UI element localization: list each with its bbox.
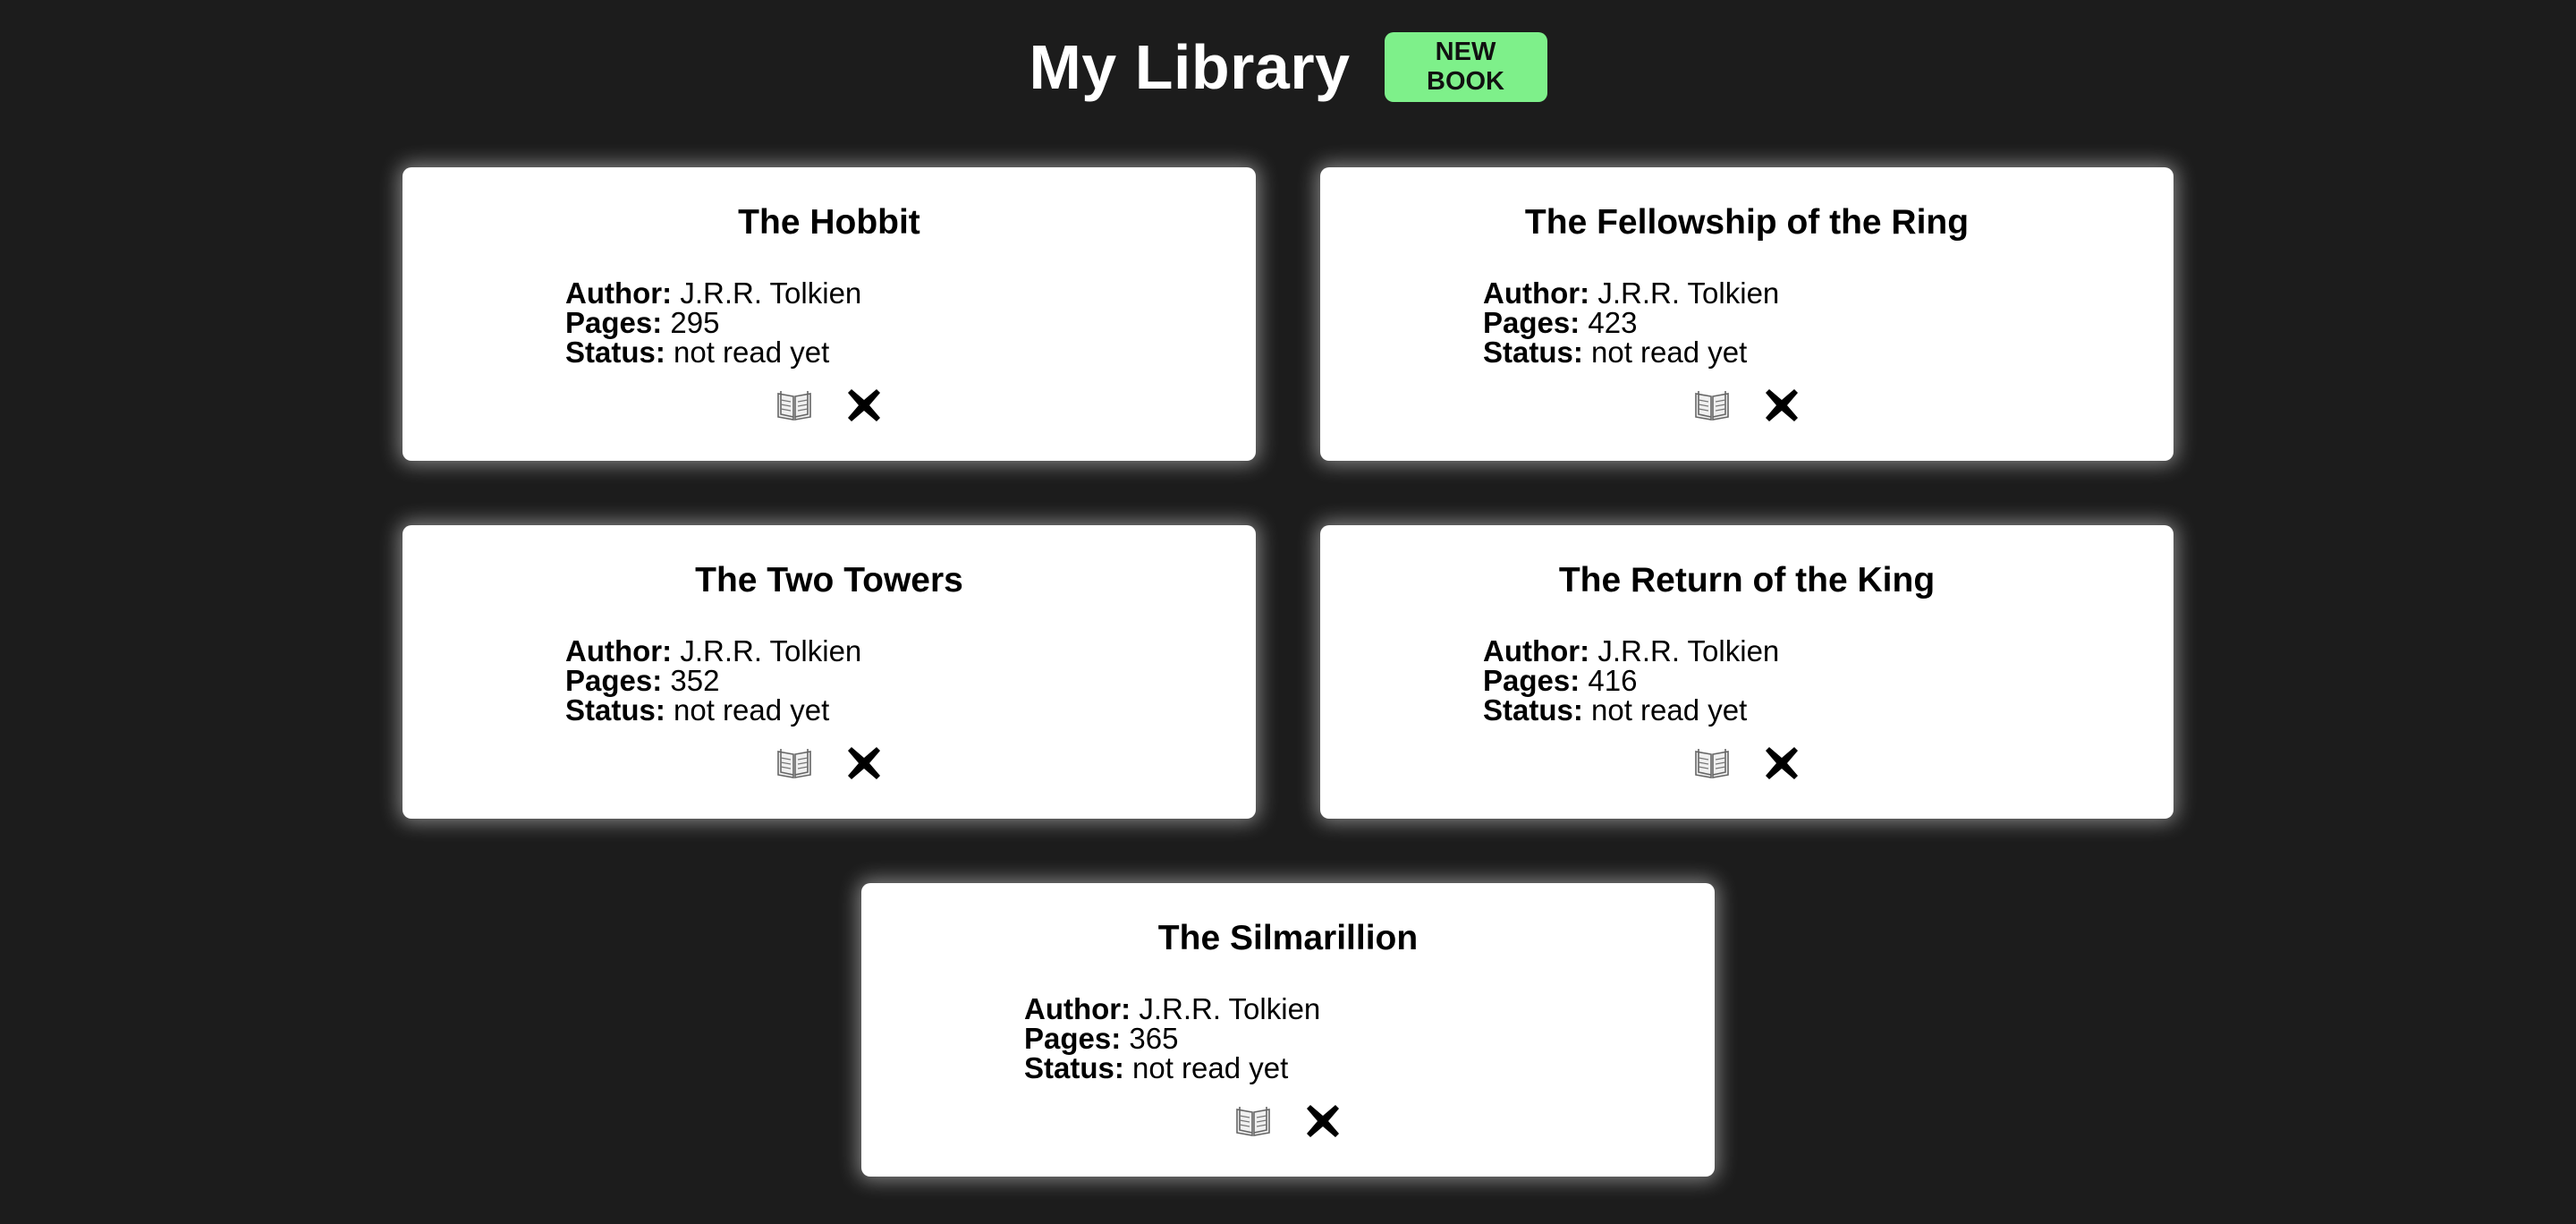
book-author: J.R.R. Tolkien (1597, 276, 1780, 310)
book-author: J.R.R. Tolkien (1597, 634, 1780, 667)
open-book-icon[interactable] (1233, 1101, 1273, 1141)
book-title: The Hobbit (738, 203, 920, 242)
author-label: Author: (1483, 276, 1590, 310)
book-title: The Silmarillion (1157, 919, 1419, 957)
close-icon[interactable] (1762, 744, 1801, 783)
close-icon[interactable] (844, 386, 884, 425)
page-title: My Library (1029, 32, 1351, 102)
book-title: The Two Towers (695, 561, 963, 599)
book-card: The Silmarillion Author: J.R.R. Tolkien … (861, 883, 1715, 1177)
book-pages: 365 (1129, 1022, 1179, 1055)
book-status: not read yet (1132, 1051, 1289, 1084)
book-pages: 423 (1588, 306, 1638, 339)
open-book-icon[interactable] (1692, 386, 1732, 425)
status-label: Status: (1483, 693, 1583, 727)
close-icon[interactable] (844, 744, 884, 783)
book-info: Author: J.R.R. Tolkien Pages: 295 Status… (565, 278, 861, 367)
book-status: not read yet (1591, 693, 1748, 727)
pages-label: Pages: (1024, 1022, 1122, 1055)
status-label: Status: (1483, 336, 1583, 369)
book-status: not read yet (674, 693, 830, 727)
card-actions (402, 744, 1256, 783)
book-card: The Fellowship of the Ring Author: J.R.R… (1320, 167, 2174, 461)
author-label: Author: (565, 276, 673, 310)
pages-label: Pages: (565, 306, 663, 339)
open-book-icon[interactable] (775, 744, 814, 783)
book-title: The Fellowship of the Ring (1524, 203, 1970, 242)
author-label: Author: (565, 634, 673, 667)
book-status: not read yet (674, 336, 830, 369)
book-author: J.R.R. Tolkien (680, 634, 862, 667)
card-actions (1320, 744, 2174, 783)
pages-label: Pages: (1483, 664, 1580, 697)
card-actions (861, 1101, 1715, 1141)
new-book-button[interactable]: NEW BOOK (1384, 32, 1547, 102)
card-actions (1320, 386, 2174, 425)
book-info: Author: J.R.R. Tolkien Pages: 423 Status… (1483, 278, 1779, 367)
status-label: Status: (565, 336, 665, 369)
pages-label: Pages: (565, 664, 663, 697)
book-info: Author: J.R.R. Tolkien Pages: 416 Status… (1483, 636, 1779, 725)
book-pages: 295 (670, 306, 720, 339)
book-status: not read yet (1591, 336, 1748, 369)
status-label: Status: (565, 693, 665, 727)
book-pages: 352 (670, 664, 720, 697)
close-icon[interactable] (1762, 386, 1801, 425)
book-author: J.R.R. Tolkien (1139, 992, 1321, 1025)
open-book-icon[interactable] (1692, 744, 1732, 783)
status-label: Status: (1024, 1051, 1124, 1084)
author-label: Author: (1024, 992, 1131, 1025)
close-icon[interactable] (1303, 1101, 1343, 1141)
open-book-icon[interactable] (775, 386, 814, 425)
book-title: The Return of the King (1558, 561, 1936, 599)
book-card: The Two Towers Author: J.R.R. Tolkien Pa… (402, 525, 1256, 819)
book-author: J.R.R. Tolkien (680, 276, 862, 310)
book-pages: 416 (1588, 664, 1638, 697)
header: My Library NEW BOOK (0, 0, 2576, 134)
book-card: The Hobbit Author: J.R.R. Tolkien Pages:… (402, 167, 1256, 461)
pages-label: Pages: (1483, 306, 1580, 339)
book-info: Author: J.R.R. Tolkien Pages: 365 Status… (1024, 994, 1320, 1083)
book-info: Author: J.R.R. Tolkien Pages: 352 Status… (565, 636, 861, 725)
book-card: The Return of the King Author: J.R.R. To… (1320, 525, 2174, 819)
card-actions (402, 386, 1256, 425)
author-label: Author: (1483, 634, 1590, 667)
